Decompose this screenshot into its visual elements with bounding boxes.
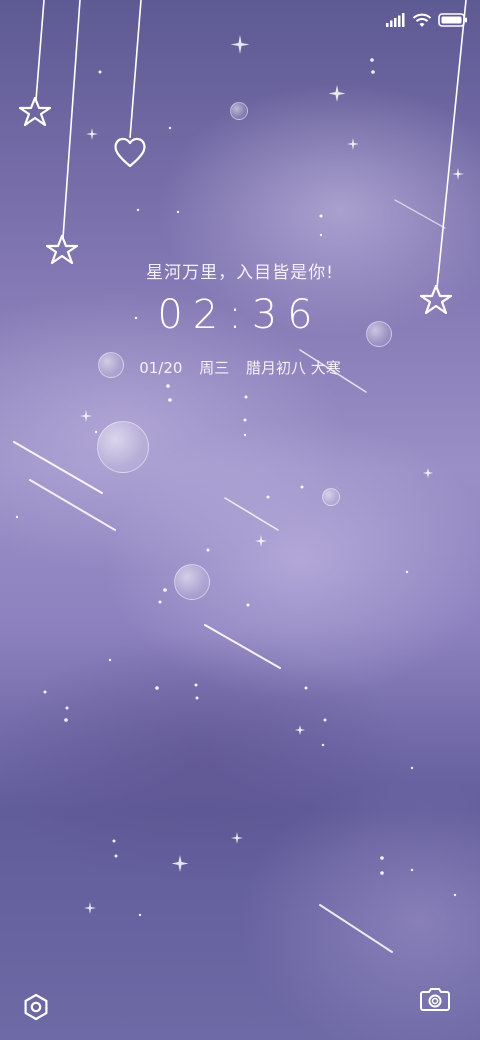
bubble xyxy=(97,421,149,473)
camera-icon xyxy=(420,988,450,1011)
moon-icon xyxy=(330,458,373,492)
wifi-icon xyxy=(412,13,432,27)
bubble xyxy=(322,488,340,506)
date-line: 01/20 周三 腊月初八 大寒 xyxy=(0,357,480,378)
weekday: 周三 xyxy=(199,359,230,377)
settings-shortcut-button[interactable] xyxy=(19,990,53,1024)
signal-icon xyxy=(386,13,405,27)
bubble xyxy=(230,102,248,120)
date: 01/20 xyxy=(139,359,183,377)
camera-shortcut-button[interactable] xyxy=(418,982,452,1016)
lockscreen-tagline: 星河万里，入目皆是你! xyxy=(146,263,334,283)
hanging-star-icon xyxy=(18,96,52,127)
hanging-heart-icon xyxy=(114,137,146,168)
lunar-date: 腊月初八 大寒 xyxy=(246,359,341,377)
clock-time: 02:36 xyxy=(157,292,323,338)
status-bar xyxy=(386,10,468,30)
wallpaper xyxy=(13,0,467,953)
battery-icon xyxy=(438,13,467,27)
bubble xyxy=(174,564,210,600)
settings-icon xyxy=(24,993,48,1021)
